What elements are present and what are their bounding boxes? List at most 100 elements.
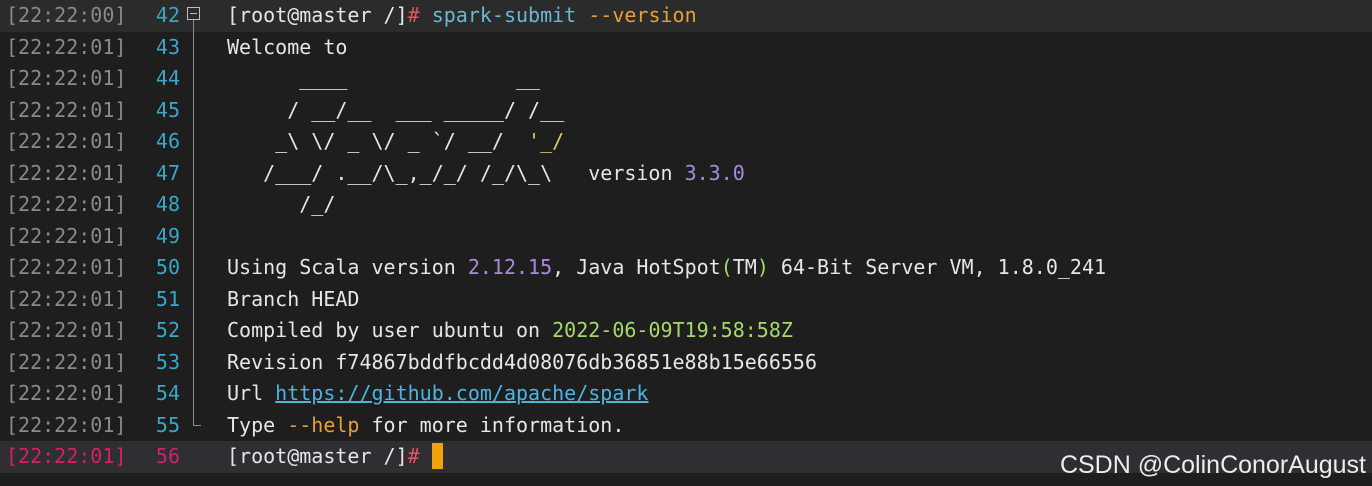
- fold-gutter: [186, 409, 204, 442]
- line-content: /_/: [227, 189, 335, 221]
- text-segment: --version: [588, 3, 697, 27]
- line-content: Using Scala version 2.12.15, Java HotSpo…: [227, 252, 1106, 284]
- fold-gutter: [186, 31, 204, 63]
- timestamp: [22:22:01]: [6, 286, 127, 311]
- fold-gutter: [186, 94, 204, 126]
- terminal-line: [22:22:01] 44 ____ __: [0, 63, 1372, 95]
- line-content: _\ \/ _ \/ _ `/ __/ '_/: [227, 126, 564, 158]
- fold-gutter: [186, 157, 204, 189]
- line-content: Revision f74867bddfbcdd4d08076db36851e88…: [227, 347, 817, 379]
- terminal-line: [22:22:01] 55 Type --help for more informa…: [0, 409, 1372, 442]
- text-segment: /_/: [227, 192, 336, 216]
- text-cursor: [431, 443, 443, 469]
- terminal-line: [22:22:01] 50 Using Scala version 2.12.15,…: [0, 252, 1372, 284]
- line-content: Welcome to: [227, 32, 347, 64]
- line-content: ____ __: [227, 63, 540, 95]
- line-content: /___/ .__/\_,_/_/ /_/\_\ version 3.3.0: [227, 158, 745, 190]
- text-segment: [root@master /]: [227, 444, 408, 468]
- line-content: [root@master /]#: [227, 441, 443, 473]
- line-content: [root@master /]# spark-submit --version: [227, 0, 697, 32]
- text-segment: Compiled by user ubuntu on: [227, 318, 553, 342]
- line-number: 56: [155, 444, 180, 468]
- line-number: 54: [155, 381, 180, 405]
- timestamp: [22:22:01]: [6, 192, 127, 216]
- line-number: 44: [155, 66, 180, 90]
- text-segment: [root@master /]: [227, 3, 408, 27]
- line-content: / __/__ ___ _____/ /__: [227, 95, 564, 127]
- fold-end-icon: [193, 409, 201, 426]
- text-segment: TM: [732, 255, 757, 279]
- fold-gutter: [186, 220, 204, 252]
- terminal-line: [22:22:00] 42 [root@master /]# spark-submi…: [0, 0, 1372, 32]
- text-segment: /___/ .__/\_,_/_/ /_/\_\ version: [227, 160, 685, 185]
- text-segment: Welcome to: [227, 34, 348, 59]
- line-number: 51: [155, 286, 180, 311]
- text-segment: 3.3.0: [684, 160, 745, 185]
- terminal-line: [22:22:01] 52 Compiled by user ubuntu on 2…: [0, 315, 1372, 347]
- timestamp: [22:22:01]: [6, 97, 127, 122]
- text-segment: 2022-06-09T19:58:58Z: [552, 318, 793, 342]
- text-segment: / __/__ ___ _____/ /__: [227, 97, 565, 122]
- line-number: 47: [155, 160, 180, 185]
- timestamp: [22:22:01]: [6, 318, 127, 342]
- line-number: 55: [155, 412, 180, 437]
- line-number: 53: [155, 349, 180, 374]
- fold-gutter: [186, 126, 204, 158]
- text-segment: ): [756, 255, 769, 279]
- text-segment: 64-Bit Server VM, 1.8.0_241: [768, 255, 1107, 279]
- terminal-line: [22:22:01] 45 / __/__ ___ _____/ /__: [0, 94, 1372, 127]
- terminal-line: [22:22:01] 46 _\ \/ _ \/ _ `/ __/ '_/: [0, 126, 1372, 158]
- terminal-line: [22:22:01] 51 Branch HEAD: [0, 283, 1372, 315]
- line-number: 50: [155, 255, 180, 279]
- fold-gutter: [186, 315, 204, 347]
- text-segment: 2.12.15: [467, 255, 553, 279]
- text-segment: #: [407, 444, 420, 468]
- fold-gutter: [186, 346, 204, 378]
- text-segment: for more information.: [359, 412, 625, 437]
- text-segment: , Java HotSpot: [552, 255, 721, 279]
- line-number: 52: [155, 318, 180, 342]
- timestamp: [22:22:01]: [6, 349, 127, 374]
- text-segment: Type: [227, 412, 288, 437]
- line-content: Compiled by user ubuntu on 2022-06-09T19…: [227, 315, 793, 347]
- line-number: 42: [155, 3, 180, 27]
- text-segment: spark-submit: [431, 3, 589, 27]
- terminal-line: [22:22:01] 54 Url https://github.com/apach…: [0, 378, 1372, 410]
- line-number: 46: [155, 129, 180, 153]
- line-content: Url https://github.com/apache/spark: [227, 378, 648, 410]
- fold-gutter: [186, 189, 204, 221]
- timestamp: [22:22:01]: [6, 129, 127, 153]
- fold-gutter: [186, 252, 204, 284]
- timestamp: [22:22:01]: [6, 255, 127, 279]
- timestamp: [22:22:01]: [6, 412, 127, 437]
- text-segment: (: [720, 255, 733, 279]
- line-number: 48: [155, 192, 180, 216]
- text-segment: '_/: [528, 129, 565, 153]
- line-number: 45: [155, 97, 180, 122]
- timestamp: [22:22:01]: [6, 160, 127, 185]
- terminal-output[interactable]: [22:22:00] 42 [root@master /]# spark-submi…: [0, 0, 1372, 486]
- timestamp: [22:22:01]: [6, 34, 127, 59]
- text-segment: --help: [287, 412, 360, 437]
- fold-collapse-icon[interactable]: [187, 7, 200, 20]
- timestamp: [22:22:01]: [6, 66, 127, 90]
- timestamp: [22:22:01]: [6, 381, 127, 405]
- text-segment: Revision f74867bddfbcdd4d08076db36851e88…: [227, 349, 818, 374]
- terminal-line: [22:22:01] 48 /_/: [0, 189, 1372, 221]
- terminal-line: [22:22:01] 47 /___/ .__/\_,_/_/ /_/\_\ ve…: [0, 157, 1372, 190]
- text-segment: Branch HEAD: [227, 286, 360, 311]
- terminal-line: [22:22:01] 53 Revision f74867bddfbcdd4d080…: [0, 346, 1372, 379]
- terminal-line: [22:22:01] 43 Welcome to: [0, 31, 1372, 64]
- line-number: 49: [155, 223, 180, 248]
- fold-gutter: [186, 441, 204, 473]
- url-link[interactable]: https://github.com/apache/spark: [275, 381, 648, 405]
- fold-gutter: [186, 378, 204, 410]
- timestamp: [22:22:01]: [6, 223, 127, 248]
- timestamp: [22:22:00]: [6, 3, 127, 27]
- text-segment: Url: [227, 381, 276, 405]
- line-content: Type --help for more information.: [227, 410, 624, 442]
- text-segment: ____ __: [227, 66, 541, 90]
- timestamp: [22:22:01]: [6, 444, 127, 468]
- text-segment: #: [407, 3, 432, 27]
- text-segment: Using Scala version: [227, 255, 468, 279]
